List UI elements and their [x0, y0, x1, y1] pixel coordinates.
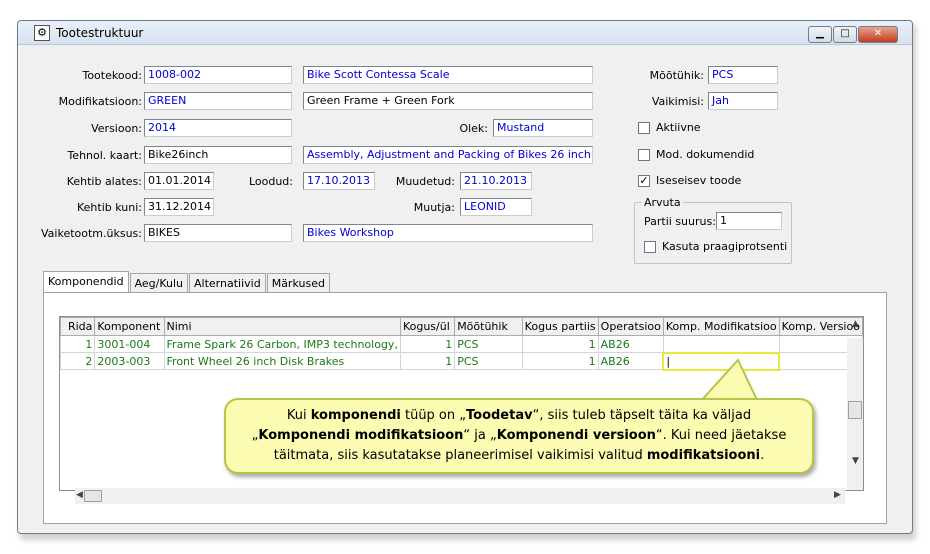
callout-bold: komponendi [310, 408, 401, 423]
callout-bold: Toodetav [466, 408, 533, 423]
callout-text: täitmata, siis kasutatakse planeerimisel… [273, 448, 647, 463]
callout-text: . [760, 448, 765, 463]
callout-text: “, siis tuleb täpselt täita ka väljad [532, 408, 752, 423]
callout-bold: modifikatsiooni [646, 448, 761, 463]
callout-bold: Komponendi versioon [496, 428, 656, 443]
callout-text: “ ja „ [463, 428, 497, 443]
callout-text: Kui [286, 408, 311, 423]
instruction-callout: Kui komponendi tüüp on „Toodetav“, siis … [224, 398, 814, 474]
callout-text: tüüp on „ [400, 408, 466, 423]
callout-bold: Komponendi modifikatsioon [258, 428, 464, 443]
callout-text: “. Kui need jäetakse [655, 428, 787, 443]
